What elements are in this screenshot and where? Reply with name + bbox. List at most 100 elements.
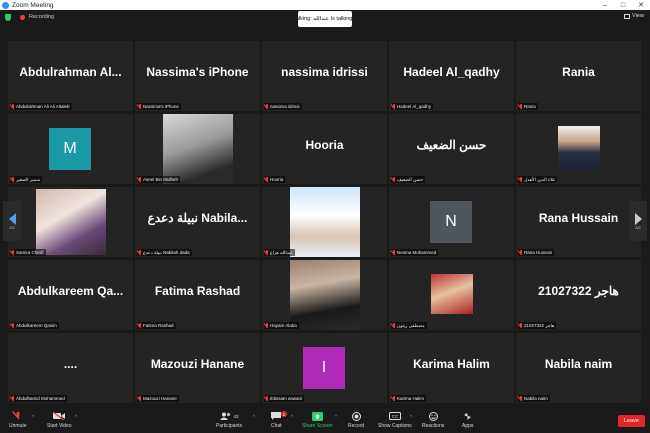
participant-tile[interactable]: عبدالله هزاع xyxy=(262,187,387,257)
prev-page-button[interactable]: 2/2 xyxy=(3,201,21,241)
participant-name-text: حسن الضعيف xyxy=(397,176,424,182)
participant-tile[interactable]: I Ibtissam aswani xyxy=(262,333,387,403)
mic-muted-icon xyxy=(138,395,142,402)
participant-display-name: Mazouzi Hanane xyxy=(150,357,245,371)
participant-tile[interactable]: nassima idrissi nassima idrissi xyxy=(262,41,387,111)
participant-name-text: Ibtissam aswani xyxy=(270,396,303,401)
apps-button[interactable]: Apps xyxy=(462,411,473,429)
participant-name-text: Hooria xyxy=(270,177,284,182)
grid-view-icon xyxy=(624,13,630,19)
participant-name-label: Rania xyxy=(518,103,538,110)
participant-display-name: Rana Hussain xyxy=(538,211,619,225)
participant-name-label: حسن الضعيف xyxy=(391,176,426,183)
chat-caret-icon[interactable]: ^ xyxy=(291,414,293,419)
mic-muted-icon xyxy=(265,176,269,183)
mic-muted-icon xyxy=(138,176,142,183)
video-options-caret-icon[interactable]: ^ xyxy=(75,414,77,419)
captions-caret-icon[interactable]: ^ xyxy=(410,414,412,419)
mic-muted-icon xyxy=(519,249,523,256)
participant-tile[interactable]: Abdulrahman Al... Abdulrahman Ali Ali Alt… xyxy=(8,41,133,111)
participant-display-name xyxy=(391,260,512,322)
participant-display-name: Nassima's iPhone xyxy=(146,65,249,79)
mic-muted-icon xyxy=(519,103,523,110)
mic-muted-icon xyxy=(138,103,142,110)
participants-button[interactable]: 43 Participants xyxy=(216,411,242,429)
zoom-logo-icon xyxy=(2,1,9,9)
participant-tile[interactable]: علاء الدين الأهدل xyxy=(516,114,641,184)
participant-display-name: nassima idrissi xyxy=(281,65,368,79)
minimize-icon[interactable]: – xyxy=(596,0,614,10)
participant-name-text: نبيلة دعدع Nabilah dada xyxy=(143,249,190,255)
participant-tile[interactable]: Samira Cherif xyxy=(8,187,133,257)
participant-tile[interactable]: .... Abdulhamid Mohammed xyxy=(8,333,133,403)
participant-display-name: Abdulrahman Al... xyxy=(19,65,122,79)
participant-name-label: مصطفى زيتون xyxy=(391,322,427,329)
participant-tile[interactable]: هاجر 21027322 هاجر 21027322 xyxy=(516,260,641,330)
participant-display-name: Karima Halim xyxy=(413,357,490,371)
participant-display-name xyxy=(264,187,385,249)
participant-display-name: Rania xyxy=(562,65,595,79)
participant-tile[interactable]: Hadeel Al_qadhy Hadeel Al_qadhy xyxy=(389,41,514,111)
participant-tile[interactable]: Hayam Alaba xyxy=(262,260,387,330)
participant-name-label: Nassima's iPhone xyxy=(137,103,181,110)
next-page-count: 2/2 xyxy=(635,224,641,230)
participant-tile[interactable]: Nabila naim Nabila naim xyxy=(516,333,641,403)
participant-tile[interactable]: Nassima's iPhone Nassima's iPhone xyxy=(135,41,260,111)
participant-name-text: عبدالله هزاع xyxy=(270,249,293,255)
participant-tile[interactable]: Fatima Rashad Fatima Rashad xyxy=(135,260,260,330)
participant-tile[interactable]: Rana Hussain Rana Hussain xyxy=(516,187,641,257)
participant-tile[interactable]: مصطفى زيتون xyxy=(389,260,514,330)
video-off-icon xyxy=(53,411,66,421)
participant-name-label: Ibtissam aswani xyxy=(264,395,305,402)
participant-tile[interactable]: Aseel Bin Mulheh xyxy=(135,114,260,184)
view-button[interactable]: View xyxy=(624,13,644,19)
chat-button[interactable]: Chat xyxy=(271,411,282,429)
participant-name-text: مصطفى زيتون xyxy=(397,322,425,328)
mic-muted-icon xyxy=(11,322,15,329)
participant-name-label: Karima Halim xyxy=(391,395,427,402)
participant-tile[interactable]: Hooria Hooria xyxy=(262,114,387,184)
participant-tile[interactable]: Rania Rania xyxy=(516,41,641,111)
participant-name-label: سمير الصغير xyxy=(10,176,42,183)
leave-button[interactable]: Leave xyxy=(618,415,645,427)
share-caret-icon[interactable]: ^ xyxy=(335,414,337,419)
participant-tile[interactable]: Karima Halim Karima Halim xyxy=(389,333,514,403)
participant-name-label: Rana Hussain xyxy=(518,249,555,256)
participant-name-text: سمير الصغير xyxy=(16,176,40,182)
record-button[interactable]: Record xyxy=(348,411,364,429)
mic-muted-icon xyxy=(11,103,15,110)
share-screen-button[interactable]: Share Screen xyxy=(302,411,333,429)
audio-options-caret-icon[interactable]: ^ xyxy=(32,414,34,419)
mic-muted-icon xyxy=(265,322,269,329)
participant-tile[interactable]: M سمير الصغير xyxy=(8,114,133,184)
participant-tile[interactable]: Mazouzi Hanane Mazouzi Hanane xyxy=(135,333,260,403)
maximize-icon[interactable]: □ xyxy=(614,0,632,10)
participants-icon: 43 xyxy=(219,411,239,421)
view-label: View xyxy=(632,13,644,19)
participant-tile[interactable]: N Nesma Mohammed xyxy=(389,187,514,257)
next-page-button[interactable]: 2/2 xyxy=(629,201,647,241)
reactions-button[interactable]: Reactions xyxy=(422,411,444,429)
captions-icon: CC xyxy=(388,411,401,421)
close-icon[interactable]: ✕ xyxy=(632,0,650,10)
mic-muted-icon xyxy=(519,395,523,402)
mic-muted-icon xyxy=(392,395,396,402)
participant-name-label: Abdulhamid Mohammed xyxy=(10,395,67,402)
participant-display-name: Nabila naim xyxy=(544,357,613,371)
participants-label: Participants xyxy=(216,423,243,429)
show-captions-button[interactable]: CC Show Captions xyxy=(378,411,412,429)
unmute-button[interactable]: Unmute xyxy=(9,411,27,429)
participant-display-name: نبيلة دعدع Nabila... xyxy=(147,211,248,225)
start-video-button[interactable]: Start Video xyxy=(47,411,72,429)
participant-tile[interactable]: نبيلة دعدع Nabila... نبيلة دعدع Nabilah d… xyxy=(135,187,260,257)
participant-name-text: Abdulhamid Mohammed xyxy=(16,396,65,401)
participant-display-name xyxy=(264,260,385,322)
participant-tile[interactable]: حسن الضعيف حسن الضعيف xyxy=(389,114,514,184)
participant-display-name: Fatima Rashad xyxy=(154,284,241,298)
security-shield-icon[interactable] xyxy=(5,14,11,21)
participant-tile[interactable]: Abdulkareem Qa... Abdulkareem Qasim xyxy=(8,260,133,330)
participants-caret-icon[interactable]: ^ xyxy=(253,414,255,419)
participant-name-label: Samira Cherif xyxy=(10,249,46,256)
participant-name-label: نبيلة دعدع Nabilah dada xyxy=(137,249,192,256)
share-screen-icon xyxy=(311,411,323,421)
